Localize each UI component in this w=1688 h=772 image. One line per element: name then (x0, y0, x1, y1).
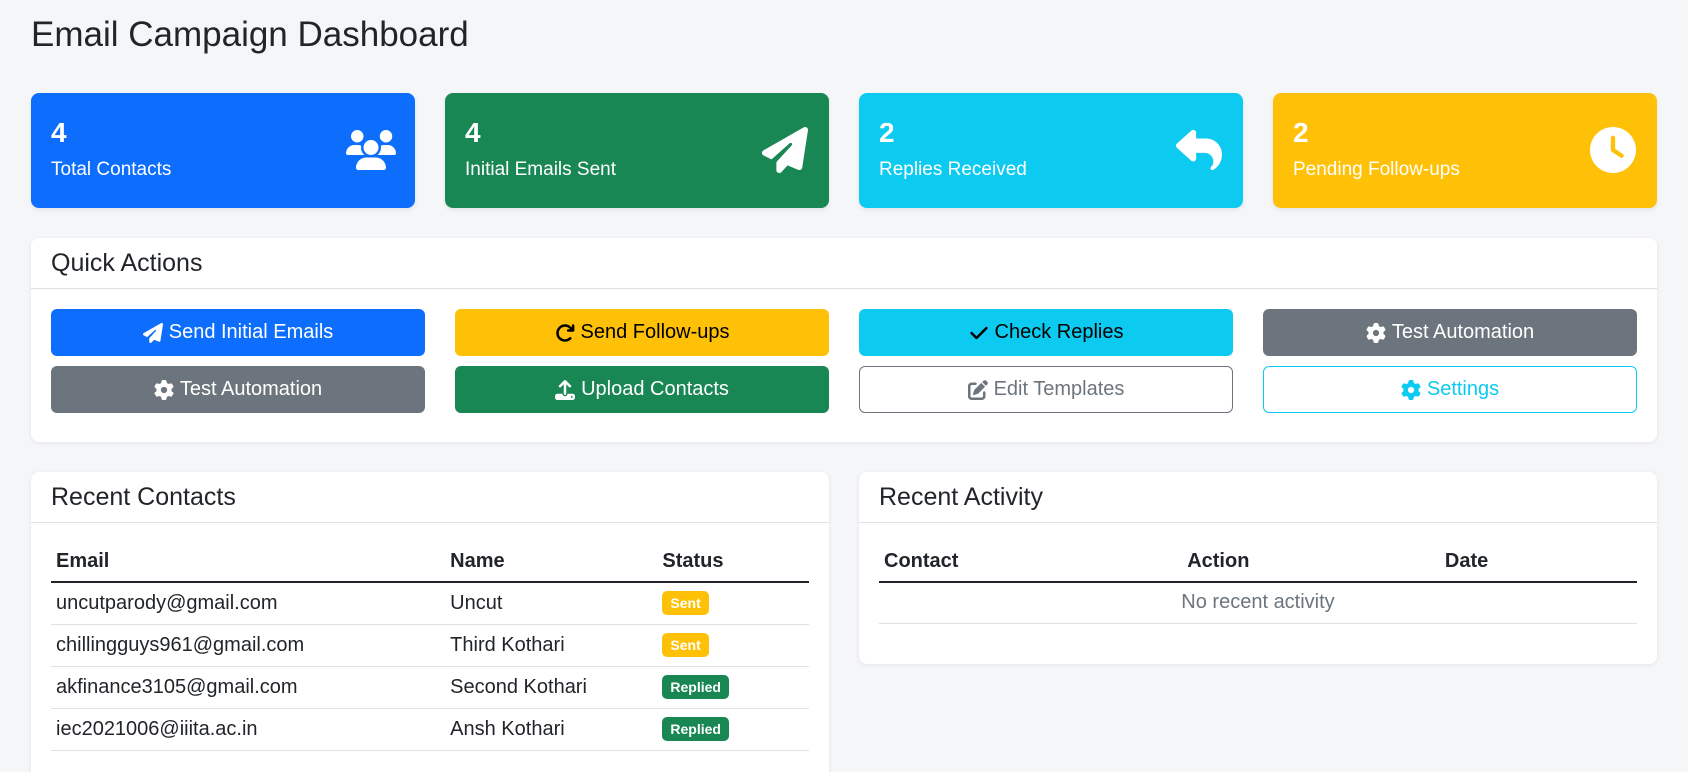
button-label: Edit Templates (993, 378, 1125, 400)
reply-icon (1174, 127, 1224, 173)
contact-name: Ansh Kothari (445, 708, 658, 751)
stat-label: Total Contacts (51, 159, 172, 180)
stat-card-pending-follow-ups: 2 Pending Follow-ups (1273, 93, 1657, 208)
status-badge: Sent (662, 633, 709, 657)
empty-state-text: No recent activity (879, 582, 1637, 624)
send-follow-ups-button[interactable]: Send Follow-ups (455, 309, 829, 356)
status-badge: Sent (662, 591, 709, 615)
column-header-action: Action (1182, 543, 1440, 583)
table-row: akfinance3105@gmail.com Second Kothari R… (51, 666, 809, 709)
contact-status-cell: Sent (657, 624, 809, 667)
recent-contacts-panel: Recent Contacts Email Name Status uncutp… (31, 472, 829, 772)
button-label: Check Replies (994, 321, 1124, 343)
recent-contacts-table-wrap: Email Name Status uncutparody@gmail.com … (31, 523, 829, 751)
upload-icon (555, 380, 575, 400)
recent-contacts-title: Recent Contacts (31, 472, 829, 523)
contact-email: chillingguys961@gmail.com (51, 624, 446, 667)
contact-status-cell: Sent (657, 582, 809, 625)
table-row: No recent activity (879, 582, 1637, 624)
stat-value: 2 (879, 117, 895, 148)
recent-activity-table: Contact Action Date No recent activity (879, 543, 1637, 624)
stat-label: Initial Emails Sent (465, 159, 617, 180)
contact-name: Second Kothari (445, 666, 658, 709)
quick-actions-grid: Send Initial Emails Send Follow-ups Chec… (31, 289, 1657, 442)
quick-actions-panel: Quick Actions Send Initial Emails Send F… (31, 238, 1657, 442)
table-row: uncutparody@gmail.com Uncut Sent (51, 582, 809, 625)
recent-contacts-table: Email Name Status uncutparody@gmail.com … (51, 543, 809, 751)
column-header-status: Status (657, 543, 809, 583)
gear-icon (154, 380, 174, 400)
contact-status-cell: Replied (657, 708, 809, 751)
upload-contacts-button[interactable]: Upload Contacts (455, 366, 829, 413)
stats-row: 4 Total Contacts 4 Initial Emails Sent 2… (31, 93, 1657, 208)
status-badge: Replied (662, 717, 729, 741)
stat-label: Replies Received (879, 159, 1027, 180)
dashboard-page: Email Campaign Dashboard 4 Total Contact… (0, 0, 1688, 772)
stat-value: 4 (465, 117, 481, 148)
gear-icon (1401, 380, 1421, 400)
recent-activity-table-wrap: Contact Action Date No recent activity (859, 523, 1657, 664)
stat-card-replies-received: 2 Replies Received (859, 93, 1243, 208)
edit-templates-button[interactable]: Edit Templates (859, 366, 1233, 413)
column-header-date: Date (1439, 543, 1637, 583)
test-automation-button-2[interactable]: Test Automation (51, 366, 425, 413)
paper-plane-icon (143, 323, 163, 343)
stat-value: 4 (51, 117, 67, 148)
send-initial-emails-button[interactable]: Send Initial Emails (51, 309, 425, 356)
stat-card-total-contacts: 4 Total Contacts (31, 93, 415, 208)
settings-button[interactable]: Settings (1263, 366, 1637, 413)
status-badge: Replied (662, 675, 729, 699)
clock-icon (1588, 127, 1638, 173)
edit-icon (968, 380, 988, 400)
column-header-contact: Contact (879, 543, 1183, 583)
contact-email: iec2021006@iiita.ac.in (51, 708, 446, 751)
button-label: Send Initial Emails (168, 321, 334, 343)
page-title: Email Campaign Dashboard (31, 15, 469, 54)
button-label: Test Automation (179, 378, 323, 400)
button-label: Test Automation (1391, 321, 1535, 343)
stat-card-initial-emails-sent: 4 Initial Emails Sent (445, 93, 829, 208)
test-automation-button[interactable]: Test Automation (1263, 309, 1637, 356)
table-header-row: Email Name Status (51, 543, 809, 583)
column-header-email: Email (51, 543, 446, 583)
table-header-row: Contact Action Date (879, 543, 1637, 583)
check-replies-button[interactable]: Check Replies (859, 309, 1233, 356)
contact-name: Third Kothari (445, 624, 658, 667)
bottom-row: Recent Contacts Email Name Status uncutp… (31, 472, 1657, 772)
recent-activity-panel: Recent Activity Contact Action Date No r… (859, 472, 1657, 664)
recent-activity-title: Recent Activity (859, 472, 1657, 523)
gear-icon (1366, 323, 1386, 343)
users-icon (346, 127, 396, 173)
quick-actions-title: Quick Actions (31, 238, 1657, 289)
redo-icon (555, 323, 575, 343)
contact-status-cell: Replied (657, 666, 809, 709)
table-row: iec2021006@iiita.ac.in Ansh Kothari Repl… (51, 708, 809, 751)
button-label: Settings (1426, 378, 1500, 400)
paper-plane-icon (760, 127, 810, 173)
contact-email: akfinance3105@gmail.com (51, 666, 446, 709)
contact-email: uncutparody@gmail.com (51, 582, 446, 625)
button-label: Upload Contacts (581, 378, 729, 400)
stat-value: 2 (1293, 117, 1309, 148)
button-label: Send Follow-ups (580, 321, 730, 343)
contact-name: Uncut (445, 582, 658, 625)
table-row: chillingguys961@gmail.com Third Kothari … (51, 624, 809, 667)
stat-label: Pending Follow-ups (1293, 159, 1460, 180)
check-icon (969, 323, 989, 343)
column-header-name: Name (445, 543, 658, 583)
